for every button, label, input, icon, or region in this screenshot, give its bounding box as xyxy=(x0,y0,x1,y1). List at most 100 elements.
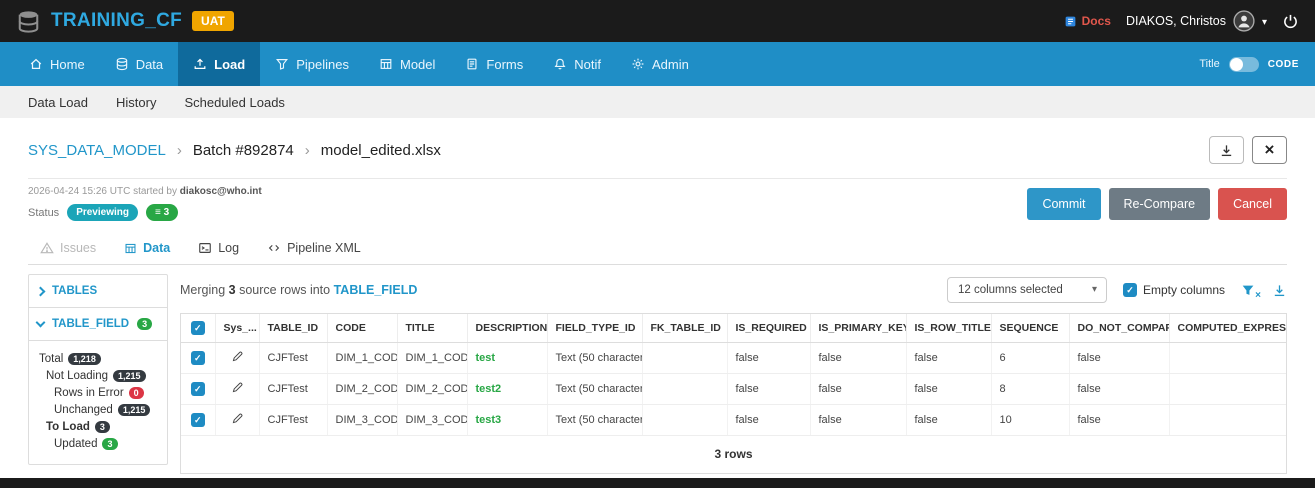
footer-bar xyxy=(0,478,1315,488)
stat-to-load[interactable]: To Load 3 xyxy=(33,418,163,435)
nav-item-forms[interactable]: Forms xyxy=(450,42,538,86)
col-header-is-row-title[interactable]: IS_ROW_TITLE xyxy=(906,314,992,343)
col-header-title[interactable]: TITLE xyxy=(397,314,468,343)
download-batch-button[interactable] xyxy=(1209,136,1244,164)
grid-cell: false xyxy=(906,373,992,405)
col-header-sequence[interactable]: SEQUENCE xyxy=(991,314,1070,343)
sub-nav: Data Load History Scheduled Loads xyxy=(0,86,1315,118)
col-header-table-id[interactable]: TABLE_ID xyxy=(259,314,328,343)
tab-bar: Issues Data Log Pipeline XML xyxy=(28,232,1287,265)
status-badge: Previewing xyxy=(67,204,138,221)
count-badge: 3 xyxy=(94,420,110,433)
tables-section-header[interactable]: TABLES xyxy=(29,275,167,308)
chevron-right-icon xyxy=(177,142,182,159)
count-badge: 1,215 xyxy=(117,403,151,416)
stat-unchanged[interactable]: Unchanged 1,215 xyxy=(33,401,163,418)
nav-label: Model xyxy=(399,56,436,72)
nav-item-notif[interactable]: Notif xyxy=(538,42,616,86)
nav-label: Pipelines xyxy=(296,56,349,72)
nav-item-home[interactable]: Home xyxy=(14,42,100,86)
grid-cell: DIM_2_CODE xyxy=(397,373,468,405)
data-grid: Sys_... TABLE_ID CODE TITLE DESCRIPTION … xyxy=(180,313,1287,474)
col-header-fk-table-id[interactable]: FK_TABLE_ID xyxy=(642,314,728,343)
col-header-is-required[interactable]: IS_REQUIRED xyxy=(727,314,811,343)
row-checkbox[interactable] xyxy=(190,382,205,396)
nav-label: Admin xyxy=(651,56,689,72)
col-header-code[interactable]: CODE xyxy=(327,314,398,343)
merge-bar: Merging 3 source rows into TABLE_FIELD 1… xyxy=(180,274,1287,313)
empty-columns-checkbox[interactable] xyxy=(1122,283,1137,297)
row-checkbox[interactable] xyxy=(190,413,205,427)
commit-button[interactable]: Commit xyxy=(1027,187,1101,220)
grid-row: CJFTest DIM_3_CODE DIM_3_CODE test3 Text… xyxy=(181,404,1286,436)
breadcrumb-row: SYS_DATA_MODEL Batch #892874 model_edite… xyxy=(28,128,1287,179)
docs-link[interactable]: Docs xyxy=(1064,14,1111,28)
brand[interactable]: TRAINING_CF UAT xyxy=(16,9,234,34)
col-header-computed-expression[interactable]: COMPUTED_EXPRESS... xyxy=(1169,314,1286,343)
grid-cell-changed: test3 xyxy=(467,404,548,436)
tab-data[interactable]: Data xyxy=(112,232,182,264)
grid-row: CJFTest DIM_1_CODE DIM_1_CODE test Text … xyxy=(181,342,1286,374)
table-field-link[interactable]: TABLE_FIELD xyxy=(334,283,418,297)
edit-row-button[interactable] xyxy=(215,373,260,405)
tab-label: Issues xyxy=(60,241,97,255)
pencil-icon xyxy=(231,381,244,394)
cancel-button[interactable]: Cancel xyxy=(1218,187,1287,220)
nav-item-model[interactable]: Model xyxy=(364,42,450,86)
tab-pipeline-xml[interactable]: Pipeline XML xyxy=(255,232,373,264)
tab-issues[interactable]: Issues xyxy=(28,232,108,264)
stat-updated[interactable]: Updated 3 xyxy=(33,435,163,452)
breadcrumb: SYS_DATA_MODEL Batch #892874 model_edite… xyxy=(28,142,441,159)
user-menu[interactable]: DIAKOS, Christos xyxy=(1126,10,1267,32)
table-field-count-badge: 3 xyxy=(137,318,153,330)
recompare-button[interactable]: Re-Compare xyxy=(1108,187,1211,220)
title-toggle-label: Title xyxy=(1199,58,1220,70)
content: SYS_DATA_MODEL Batch #892874 model_edite… xyxy=(0,118,1315,478)
col-header-do-not-compare[interactable]: DO_NOT_COMPARE xyxy=(1069,314,1170,343)
status-count-badge: 3 xyxy=(146,204,179,221)
col-header-is-primary-key[interactable]: IS_PRIMARY_KEY xyxy=(810,314,907,343)
grid-cell: CJFTest xyxy=(259,404,328,436)
columns-select[interactable]: 12 columns selected xyxy=(946,277,1107,303)
edit-row-button[interactable] xyxy=(215,404,260,436)
power-icon[interactable] xyxy=(1282,13,1299,30)
stat-not-loading[interactable]: Not Loading 1,215 xyxy=(33,367,163,384)
subnav-item-data-load[interactable]: Data Load xyxy=(28,95,88,110)
title-code-toggle[interactable] xyxy=(1228,56,1259,72)
download-table-icon[interactable] xyxy=(1272,283,1287,298)
table-field-section-header[interactable]: TABLE_FIELD 3 xyxy=(29,308,167,341)
code-brackets-icon xyxy=(267,241,281,255)
select-all-checkbox[interactable] xyxy=(190,321,205,335)
tab-log[interactable]: Log xyxy=(186,232,251,264)
bell-icon xyxy=(553,57,567,71)
nav-item-pipelines[interactable]: Pipelines xyxy=(260,42,364,86)
stat-total[interactable]: Total 1,218 xyxy=(33,350,163,367)
edit-row-button[interactable] xyxy=(215,342,260,374)
close-batch-button[interactable] xyxy=(1252,136,1287,164)
col-header-field-type-id[interactable]: FIELD_TYPE_ID xyxy=(547,314,643,343)
home-icon xyxy=(29,57,43,71)
col-header-description[interactable]: DESCRIPTION xyxy=(467,314,548,343)
subnav-item-scheduled-loads[interactable]: Scheduled Loads xyxy=(184,95,284,110)
row-checkbox[interactable] xyxy=(190,351,205,365)
console-icon xyxy=(198,241,212,255)
tables-section-label: TABLES xyxy=(52,285,98,297)
app-logo-icon xyxy=(16,9,41,34)
upload-icon xyxy=(193,57,207,71)
breadcrumb-table-link[interactable]: SYS_DATA_MODEL xyxy=(28,142,166,159)
grid-cell: false xyxy=(906,404,992,436)
user-name: DIAKOS, Christos xyxy=(1125,14,1226,28)
grid-cell xyxy=(1169,342,1286,374)
nav-item-data[interactable]: Data xyxy=(100,42,178,86)
row-stats-tree: Total 1,218 Not Loading 1,215 Rows in Er… xyxy=(29,341,167,464)
grid-header-row: Sys_... TABLE_ID CODE TITLE DESCRIPTION … xyxy=(181,314,1286,343)
stat-rows-in-error[interactable]: Rows in Error 0 xyxy=(33,384,163,401)
clear-filter-icon[interactable] xyxy=(1241,283,1256,298)
top-bar: TRAINING_CF UAT Docs DIAKOS, Christos xyxy=(0,0,1315,42)
empty-columns-toggle[interactable]: Empty columns xyxy=(1122,283,1225,297)
col-header-sys[interactable]: Sys_... xyxy=(215,314,260,343)
nav-item-load[interactable]: Load xyxy=(178,42,261,86)
subnav-item-history[interactable]: History xyxy=(116,95,156,110)
grid-cell: false xyxy=(727,373,811,405)
nav-item-admin[interactable]: Admin xyxy=(616,42,704,86)
